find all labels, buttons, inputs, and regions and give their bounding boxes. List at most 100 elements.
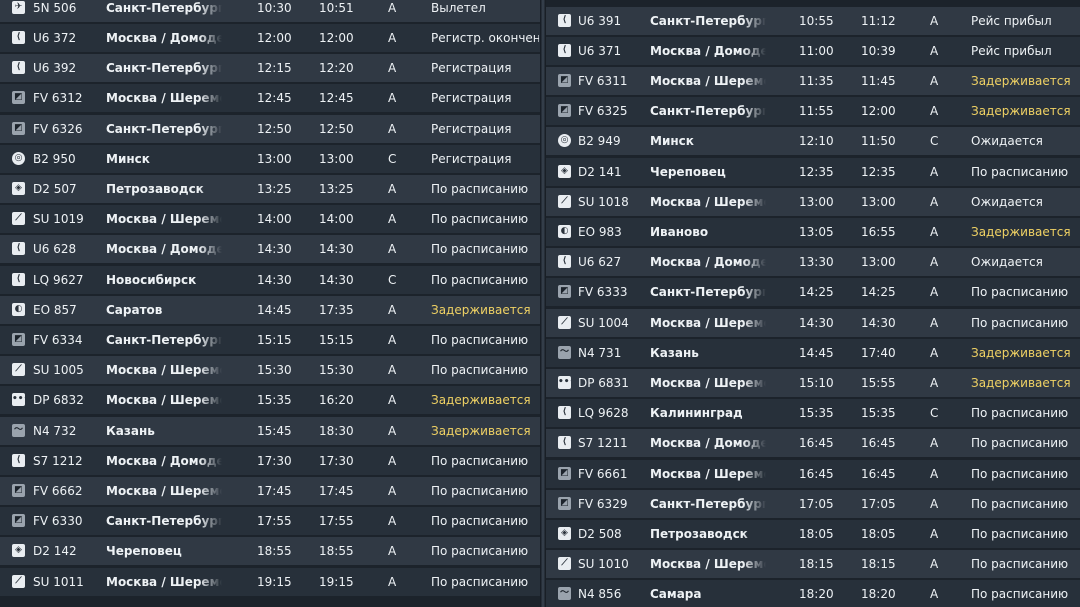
destination: Санкт-Петербург xyxy=(650,285,766,300)
destination: Москва / Шереметьево xyxy=(650,194,766,209)
flight-row[interactable]: ◎ B2 949 Минск 12:10 11:50 C Ожидается xyxy=(546,127,1080,156)
flight-row[interactable]: ••• DP 6831 Москва / Шереметьево 15:10 15:55… xyxy=(546,368,1080,397)
flight-number: N4 732 xyxy=(33,423,77,438)
terminal: A xyxy=(930,526,939,541)
flight-row[interactable]: ⟨ U6 628 Москва / Домодедово 14:30 14:30 A По … xyxy=(0,235,540,264)
estimated-time: 17:40 xyxy=(861,345,896,360)
estimated-time: 13:00 xyxy=(861,194,896,209)
flight-status: По расписанию xyxy=(971,164,1069,179)
destination: Москва / Шереметьево xyxy=(650,375,766,390)
flight-row[interactable]: ✈ 5N 506 Санкт-Петербург 10:30 10:51 A Вылетел xyxy=(0,0,540,22)
flight-row[interactable]: ◩ FV 6325 Санкт-Петербург 11:55 12:00 A Задерж… xyxy=(546,97,1080,126)
flight-row[interactable]: ◩ FV 6661 Москва / Шереметьево 16:45 16:45 A П… xyxy=(546,459,1080,488)
flight-status: По расписанию xyxy=(431,272,529,287)
destination: Санкт-Петербург xyxy=(650,104,766,119)
scheduled-time: 18:15 xyxy=(799,557,834,572)
flight-row[interactable]: 〜 N4 731 Казань 14:45 17:40 A Задерживается xyxy=(546,338,1080,367)
flight-number: LQ 9627 xyxy=(33,272,84,287)
scheduled-time: 17:30 xyxy=(257,453,292,468)
plane-icon: ✈ xyxy=(12,0,25,14)
destination: Москва / Шереметьево xyxy=(106,363,222,378)
s7-logo-icon: ⟨ xyxy=(558,43,571,57)
flight-number: S7 1211 xyxy=(578,436,628,451)
estimated-time: 18:30 xyxy=(319,423,354,438)
flight-row[interactable]: ◎ B2 950 Минск 13:00 13:00 C Регистрация xyxy=(0,144,540,173)
scheduled-time: 19:15 xyxy=(257,574,292,589)
flight-status: По расписанию xyxy=(431,181,529,196)
flight-row[interactable]: ⟋ SU 1011 Москва / Шереметьево 19:15 19:15 A П… xyxy=(0,567,540,596)
belavia-logo-icon: ◎ xyxy=(12,151,25,165)
flight-row[interactable]: ◩ FV 6330 Санкт-Петербург 17:55 17:55 A По рас… xyxy=(0,507,540,536)
s7-logo-icon: ⟨ xyxy=(12,242,25,256)
destination: Москва / Домодедово xyxy=(650,436,766,451)
destination: Санкт-Петербург xyxy=(106,61,222,76)
flight-row[interactable]: ⟨ U6 627 Москва / Домодедово 13:30 13:00 A Ожи… xyxy=(546,248,1080,277)
rossiya-logo-icon: ◩ xyxy=(558,496,571,510)
estimated-time: 19:15 xyxy=(319,574,354,589)
flight-row[interactable]: ◩ FV 6334 Санкт-Петербург 15:15 15:15 A По рас… xyxy=(0,325,540,354)
flight-row[interactable]: ◩ FV 6312 Москва / Шереметьево 12:45 12:45 A Р… xyxy=(0,84,540,113)
estimated-time: 14:30 xyxy=(861,315,896,330)
flight-row[interactable]: ⟋ SU 1018 Москва / Шереметьево 13:00 13:00 A О… xyxy=(546,187,1080,216)
estimated-time: 15:35 xyxy=(861,406,896,421)
flight-status: По расписанию xyxy=(431,574,529,589)
flight-row[interactable]: ◈ D2 507 Петрозаводск 13:25 13:25 A По расписа… xyxy=(0,174,540,203)
flight-row[interactable]: ◈ D2 141 Череповец 12:35 12:35 A По расписанию xyxy=(546,157,1080,186)
estimated-time: 17:55 xyxy=(319,514,354,529)
flight-row[interactable]: ◐ EO 857 Саратов 14:45 17:35 A Задерживается xyxy=(0,295,540,324)
flight-number: EO 983 xyxy=(578,224,622,239)
terminal: A xyxy=(388,302,397,317)
flight-row[interactable]: ⟨ U6 392 Санкт-Петербург 12:15 12:20 A Регистр… xyxy=(0,54,540,83)
flight-number: U6 628 xyxy=(33,242,77,257)
destination: Череповец xyxy=(106,544,182,559)
flight-row[interactable]: ◩ FV 6311 Москва / Шереметьево 11:35 11:45 A З… xyxy=(546,66,1080,95)
flight-row[interactable]: ◩ FV 6326 Санкт-Петербург 12:50 12:50 A Регист… xyxy=(0,114,540,143)
destination: Москва / Шереметьево xyxy=(650,466,766,481)
flight-row[interactable]: 〜 N4 732 Казань 15:45 18:30 A Задерживается xyxy=(0,416,540,445)
flight-row[interactable]: ◩ FV 6329 Санкт-Петербург 17:05 17:05 A По рас… xyxy=(546,489,1080,518)
flight-row[interactable]: ⟨ S7 1211 Москва / Домодедово 16:45 16:45 A По… xyxy=(546,429,1080,458)
rossiya-logo-icon: ◩ xyxy=(12,91,25,105)
terminal: A xyxy=(930,194,939,209)
flight-row[interactable]: ⟋ SU 1005 Москва / Шереметьево 15:30 15:30 A П… xyxy=(0,356,540,385)
terminal: A xyxy=(388,30,397,45)
flight-row[interactable]: ⟋ SU 1019 Москва / Шереметьево 14:00 14:00 A П… xyxy=(0,205,540,234)
flight-row[interactable]: 〜 N4 856 Самара 18:20 18:20 A По расписанию xyxy=(546,580,1080,607)
flight-number: SU 1011 xyxy=(33,574,84,589)
estimated-time: 16:55 xyxy=(861,224,896,239)
estimated-time: 14:00 xyxy=(319,212,354,227)
flight-row[interactable]: ⟨ U6 372 Москва / Домодедово 12:00 12:00 A Рег… xyxy=(0,23,540,52)
flight-row[interactable]: ⟨ U6 391 Санкт-Петербург 10:55 11:12 A Рейс пр… xyxy=(546,6,1080,35)
destination: Санкт-Петербург xyxy=(650,496,766,511)
scheduled-time: 14:25 xyxy=(799,285,834,300)
flight-row[interactable]: ⟨ S7 1212 Москва / Домодедово 17:30 17:30 A По… xyxy=(0,446,540,475)
flight-row[interactable]: ⟨ U6 371 Москва / Домодедово 11:00 10:39 A Рей… xyxy=(546,36,1080,65)
flight-number: FV 6662 xyxy=(33,483,83,498)
flight-row[interactable]: ◐ EO 983 Иваново 13:05 16:55 A Задерживается xyxy=(546,217,1080,246)
scheduled-time: 17:45 xyxy=(257,483,292,498)
flight-row[interactable]: ⟋ SU 1004 Москва / Шереметьево 14:30 14:30 A П… xyxy=(546,308,1080,337)
scheduled-time: 13:00 xyxy=(257,151,292,166)
flight-row[interactable]: ◩ FV 6662 Москва / Шереметьево 17:45 17:45 A П… xyxy=(0,476,540,505)
estimated-time: 14:25 xyxy=(861,285,896,300)
rossiya-logo-icon: ◩ xyxy=(12,332,25,346)
flight-row[interactable]: ⟋ SU 1010 Москва / Шереметьево 18:15 18:15 A П… xyxy=(546,550,1080,579)
flight-status: По расписанию xyxy=(971,436,1069,451)
flight-row[interactable]: ••• DP 6832 Москва / Шереметьево 15:35 16:20… xyxy=(0,386,540,415)
flight-status: Регистрация xyxy=(431,121,512,136)
flight-row[interactable]: ◈ D2 142 Череповец 18:55 18:55 A По расписанию xyxy=(0,537,540,566)
flight-number: EO 857 xyxy=(33,302,77,317)
flight-row[interactable]: ⟨ LQ 9628 Калининград 15:35 15:35 C По расписа… xyxy=(546,399,1080,428)
scheduled-time: 12:00 xyxy=(257,30,292,45)
terminal: A xyxy=(930,436,939,451)
flight-row[interactable]: ⟨ LQ 9627 Новосибирск 14:30 14:30 C По расписа… xyxy=(0,265,540,294)
scheduled-time: 16:45 xyxy=(799,436,834,451)
flight-status: Регистрация xyxy=(431,151,512,166)
flight-row[interactable]: ◈ D2 508 Петрозаводск 18:05 18:05 A По расписа… xyxy=(546,519,1080,548)
estimated-time: 17:05 xyxy=(861,496,896,511)
terminal: A xyxy=(930,73,939,88)
flight-row[interactable]: ◩ FV 6333 Санкт-Петербург 14:25 14:25 A По рас… xyxy=(546,278,1080,307)
nordwind-logo-icon: 〜 xyxy=(12,423,25,437)
flight-number: FV 6312 xyxy=(33,91,83,106)
estimated-time: 16:45 xyxy=(861,436,896,451)
